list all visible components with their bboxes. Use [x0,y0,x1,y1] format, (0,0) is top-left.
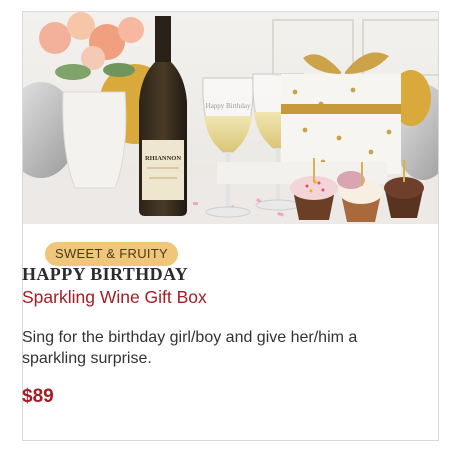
product-card[interactable]: RHIANNON Happy Birthday SWEET & FRUITY [22,11,439,441]
product-description: Sing for the birthday girl/boy and give … [22,329,358,367]
product-title-line2[interactable]: Sparkling Wine Gift Box [22,287,207,308]
product-price: $89 [22,386,54,407]
glass-engraving-text: Happy Birthday [206,102,251,110]
flavor-badge: SWEET & FRUITY [45,242,179,266]
product-image[interactable]: RHIANNON Happy Birthday [23,12,438,224]
bottle-label-text: RHIANNON [145,155,181,162]
product-title-line1[interactable]: HAPPY BIRTHDAY [22,264,188,285]
